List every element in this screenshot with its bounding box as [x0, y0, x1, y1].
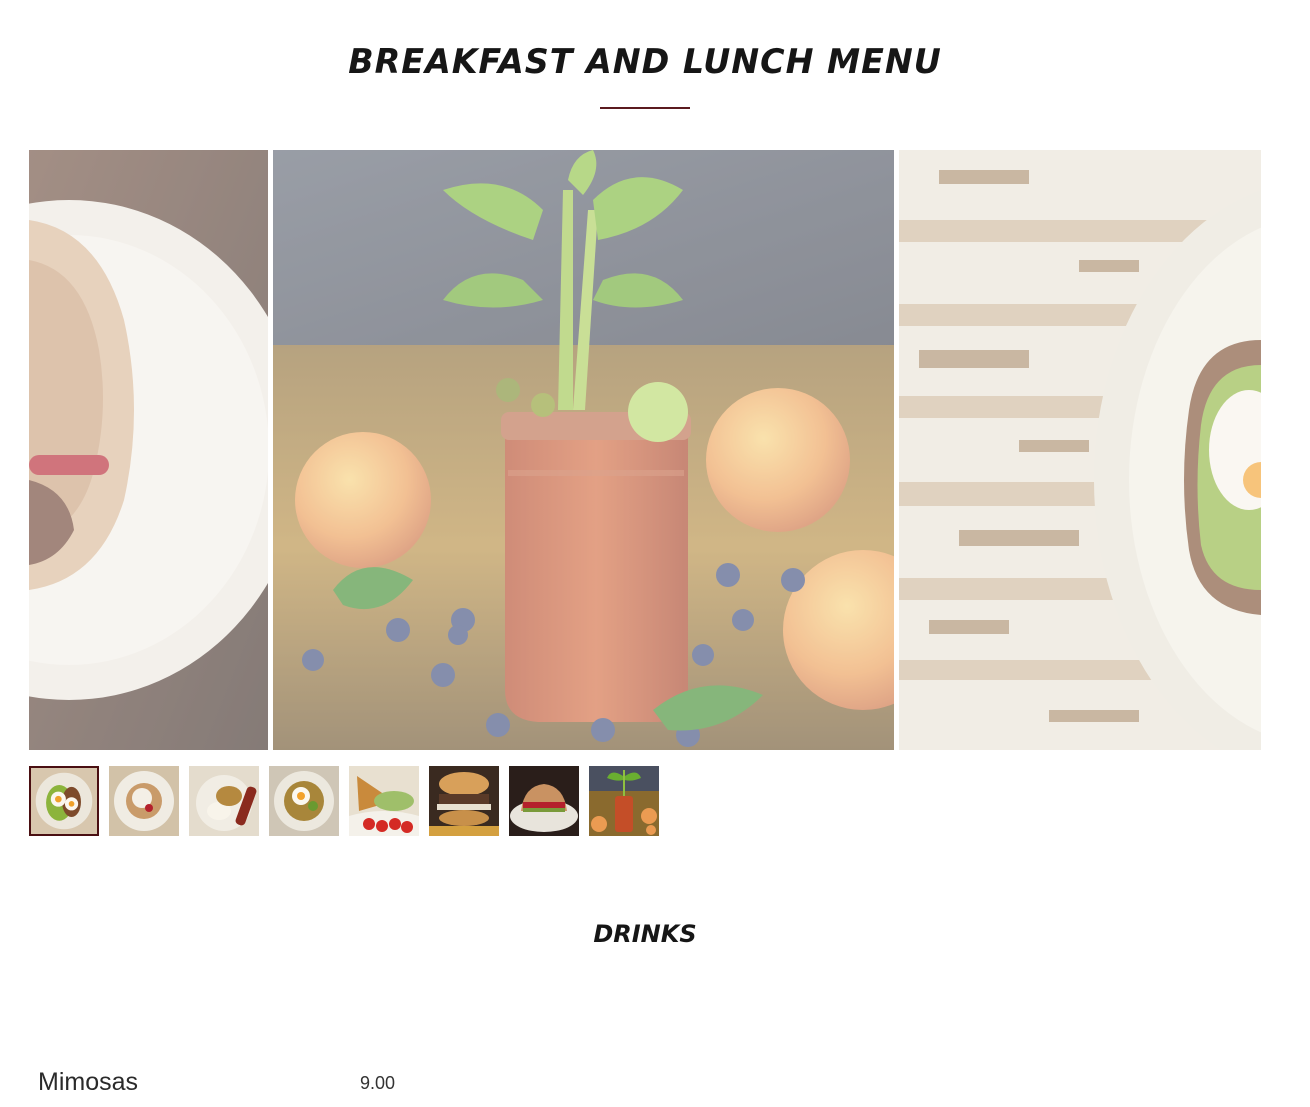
carousel-slide-next[interactable] [899, 150, 1261, 750]
title-divider [600, 107, 690, 109]
thumbnail-1[interactable] [29, 766, 99, 836]
carousel-slide-prev[interactable] [29, 150, 268, 750]
thumbnail-2[interactable] [109, 766, 179, 836]
burger-thumb-icon [429, 766, 499, 836]
thumbnail-8[interactable] [589, 766, 659, 836]
avocado-toast-thumb-icon [31, 768, 97, 834]
carousel-slide-current[interactable] [273, 150, 894, 750]
thumbnail-6[interactable] [429, 766, 499, 836]
thumbnail-7[interactable] [509, 766, 579, 836]
bloody-mary-thumb-icon [589, 766, 659, 836]
salad-thumb-icon [349, 766, 419, 836]
breakfast-plate-thumb-icon [189, 766, 259, 836]
thumbnail-5[interactable] [349, 766, 419, 836]
bowl-thumb-icon [109, 766, 179, 836]
thumbnail-3[interactable] [189, 766, 259, 836]
sandwich-thumb-icon [509, 766, 579, 836]
thumbnail-4[interactable] [269, 766, 339, 836]
egg-bowl-thumb-icon [269, 766, 339, 836]
menu-item-price: 9.00 [360, 1073, 396, 1093]
page-title: BREAKFAST AND LUNCH MENU [348, 42, 942, 82]
menu-item-name: Mimosas [38, 1068, 139, 1096]
drinks-section-title: DRINKS [593, 920, 697, 948]
